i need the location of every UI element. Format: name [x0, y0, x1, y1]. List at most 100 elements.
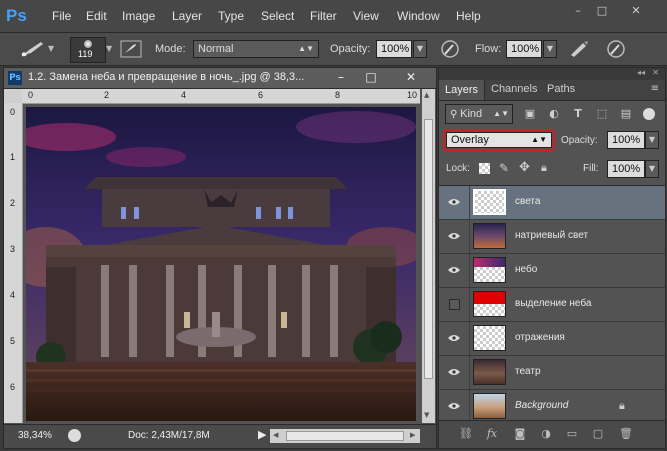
- layer-row[interactable]: натриевый свет: [439, 220, 665, 254]
- lock-image-icon[interactable]: ✎: [499, 161, 509, 175]
- new-group-icon[interactable]: ▭: [565, 427, 579, 441]
- vertical-scrollbar[interactable]: ▲ ▼: [422, 89, 435, 423]
- status-menu-arrow-icon[interactable]: ▶: [258, 428, 266, 441]
- filter-pixel-icon[interactable]: ▣: [523, 107, 537, 121]
- adjustment-layer-icon[interactable]: ◑: [539, 427, 553, 441]
- layer-row[interactable]: театр: [439, 356, 665, 390]
- vertical-ruler[interactable]: 0 1 2 3 4 5 6: [4, 103, 23, 423]
- document-canvas[interactable]: [26, 107, 416, 421]
- brush-size-chevron-icon[interactable]: ▼: [106, 44, 112, 53]
- vertical-scroll-thumb[interactable]: [424, 119, 433, 379]
- layer-visibility-toggle[interactable]: [439, 356, 470, 389]
- zoom-level[interactable]: 38,34%: [18, 430, 52, 441]
- lock-all-icon[interactable]: 🔒︎: [541, 161, 547, 175]
- close-panel-icon[interactable]: ✕: [652, 68, 659, 77]
- menu-window[interactable]: Window: [397, 9, 440, 23]
- restore-icon[interactable]: □: [592, 4, 612, 18]
- layer-row[interactable]: небо: [439, 254, 665, 288]
- layer-visibility-toggle[interactable]: [439, 186, 470, 219]
- tab-paths[interactable]: Paths: [547, 83, 575, 95]
- doc-restore-icon[interactable]: □: [356, 68, 386, 87]
- doc-minimize-icon[interactable]: –: [326, 68, 356, 87]
- layer-thumbnail[interactable]: [473, 291, 506, 317]
- filter-smart-object-icon[interactable]: ▤: [619, 107, 633, 121]
- panel-menu-icon[interactable]: ≡: [651, 83, 659, 94]
- layer-row[interactable]: света: [439, 186, 665, 220]
- layer-row[interactable]: отражения: [439, 322, 665, 356]
- airbrush-icon[interactable]: [568, 39, 590, 59]
- blend-mode-select[interactable]: Overlay ▲▼: [446, 132, 552, 148]
- brush-size-picker[interactable]: 119: [70, 37, 106, 63]
- layer-thumbnail[interactable]: [473, 257, 506, 283]
- filter-kind-select[interactable]: ⚲ Kind ▲▼: [445, 104, 513, 124]
- scroll-left-icon[interactable]: ◀: [273, 431, 278, 439]
- layer-name[interactable]: небо: [515, 264, 537, 275]
- menu-edit[interactable]: Edit: [86, 9, 107, 23]
- horizontal-ruler[interactable]: 0 2 4 6 8 10: [22, 89, 420, 104]
- link-layers-icon[interactable]: ⛓: [459, 427, 473, 441]
- menu-type[interactable]: Type: [218, 9, 244, 23]
- layer-thumbnail[interactable]: [473, 359, 506, 385]
- layer-name[interactable]: отражения: [515, 332, 565, 343]
- filter-toggle-icon[interactable]: [643, 108, 655, 120]
- layer-visibility-toggle[interactable]: [439, 390, 470, 423]
- brush-panel-toggle-icon[interactable]: [120, 40, 142, 58]
- layer-visibility-toggle[interactable]: [439, 288, 470, 321]
- layer-visibility-toggle[interactable]: [439, 322, 470, 355]
- layer-name[interactable]: театр: [515, 366, 541, 377]
- layer-opacity-field[interactable]: 100%: [607, 131, 645, 149]
- layer-opacity-dropdown-icon[interactable]: ▼: [645, 131, 659, 149]
- lock-position-icon[interactable]: ✥: [519, 160, 530, 175]
- horizontal-scroll-thumb[interactable]: [286, 431, 404, 441]
- horizontal-scrollbar[interactable]: ◀ ▶: [270, 429, 420, 443]
- scroll-down-icon[interactable]: ▼: [424, 411, 429, 419]
- menu-filter[interactable]: Filter: [310, 9, 337, 23]
- opacity-dropdown-icon[interactable]: ▼: [413, 40, 427, 58]
- menu-file[interactable]: File: [52, 9, 71, 23]
- menu-image[interactable]: Image: [122, 9, 155, 23]
- brush-preset-chevron-icon[interactable]: ▼: [48, 44, 54, 53]
- lock-transparent-icon[interactable]: [479, 163, 490, 174]
- scroll-right-icon[interactable]: ▶: [410, 431, 415, 439]
- layer-name[interactable]: Background: [515, 400, 568, 411]
- collapse-panel-icon[interactable]: ◂◂: [637, 68, 645, 77]
- layer-thumbnail[interactable]: [473, 393, 506, 419]
- menu-select[interactable]: Select: [261, 9, 294, 23]
- menu-layer[interactable]: Layer: [172, 9, 202, 23]
- new-layer-icon[interactable]: ▢: [591, 427, 605, 441]
- layer-visibility-toggle[interactable]: [439, 220, 470, 253]
- layer-name[interactable]: натриевый свет: [515, 230, 588, 241]
- layer-row[interactable]: выделение неба: [439, 288, 665, 322]
- status-info-icon[interactable]: [68, 429, 81, 442]
- layer-name[interactable]: выделение неба: [515, 298, 591, 309]
- tab-channels[interactable]: Channels: [491, 83, 537, 95]
- layer-name[interactable]: света: [515, 196, 540, 207]
- opacity-field[interactable]: 100%: [376, 40, 412, 58]
- ruler-corner[interactable]: [4, 89, 22, 103]
- fill-dropdown-icon[interactable]: ▼: [645, 160, 659, 178]
- pressure-size-icon[interactable]: [606, 39, 626, 59]
- pressure-opacity-icon[interactable]: [440, 39, 460, 59]
- filter-type-icon[interactable]: T: [571, 107, 585, 121]
- filter-shape-icon[interactable]: ⬚: [595, 107, 609, 121]
- add-mask-icon[interactable]: ◙: [513, 427, 527, 441]
- mode-select[interactable]: Normal ▲▼: [193, 40, 319, 58]
- close-icon[interactable]: ✕: [626, 4, 646, 18]
- delete-layer-icon[interactable]: 🗑︎: [619, 427, 633, 441]
- layer-thumbnail[interactable]: [473, 189, 506, 215]
- layer-thumbnail[interactable]: [473, 325, 506, 351]
- flow-field[interactable]: 100%: [506, 40, 542, 58]
- layer-visibility-toggle[interactable]: [439, 254, 470, 287]
- layer-thumbnail[interactable]: [473, 223, 506, 249]
- brush-tool-icon[interactable]: [20, 40, 46, 58]
- document-title-bar[interactable]: Ps 1.2. Замена неба и превращение в ночь…: [4, 68, 436, 89]
- minimize-icon[interactable]: –: [568, 4, 588, 18]
- filter-adjustment-icon[interactable]: ◐: [547, 107, 561, 121]
- doc-close-icon[interactable]: ✕: [396, 68, 426, 87]
- tab-layers[interactable]: Layers: [439, 80, 486, 100]
- layer-style-icon[interactable]: fx: [485, 427, 499, 441]
- menu-view[interactable]: View: [353, 9, 379, 23]
- fill-field[interactable]: 100%: [607, 160, 645, 178]
- menu-help[interactable]: Help: [456, 9, 481, 23]
- scroll-up-icon[interactable]: ▲: [424, 91, 429, 99]
